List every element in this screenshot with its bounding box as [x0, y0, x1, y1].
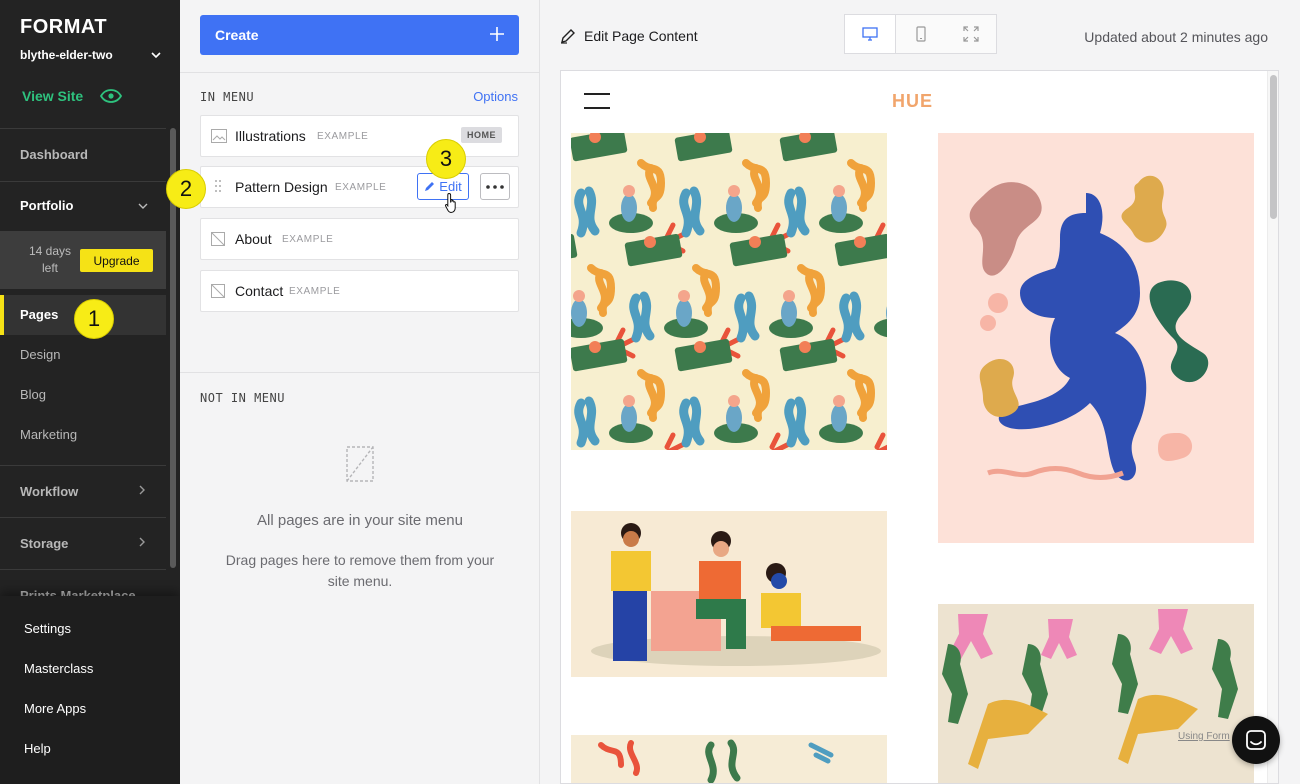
chevron-down-icon[interactable]	[150, 50, 162, 60]
people-artwork-image[interactable]	[571, 511, 887, 677]
chevron-right-icon[interactable]	[138, 537, 146, 547]
trial-box: 14 days left Upgrade	[0, 231, 166, 289]
device-toggle-group	[844, 14, 997, 54]
example-tag: EXAMPLE	[289, 286, 341, 297]
chat-support-button[interactable]	[1232, 716, 1280, 764]
preview-scrollbar[interactable]	[1267, 71, 1278, 783]
edit-page-content-button[interactable]: Edit Page Content	[560, 28, 698, 44]
site-preview-frame[interactable]: HUE Using Form	[560, 70, 1279, 784]
divider	[0, 128, 166, 129]
nav-blog[interactable]: Blog	[20, 387, 46, 402]
pencil-icon	[425, 182, 435, 191]
page-row-about[interactable]: About EXAMPLE	[200, 218, 519, 260]
nav-workflow[interactable]: Workflow	[20, 484, 78, 499]
view-site-link[interactable]: View Site	[22, 88, 83, 104]
home-badge: HOME	[461, 127, 502, 143]
desktop-icon	[862, 27, 878, 41]
chevron-down-icon[interactable]	[138, 202, 148, 210]
options-link[interactable]: Options	[473, 89, 518, 104]
trial-days-text: 14 days left	[28, 244, 72, 275]
nav-design[interactable]: Design	[20, 347, 60, 362]
step-badge-3: 3	[426, 139, 466, 179]
page-preview-panel: Edit Page Content Updated about 2 minute…	[540, 0, 1300, 784]
format-logo[interactable]: FORMAT	[20, 16, 107, 39]
divider	[0, 569, 166, 570]
chat-icon	[1246, 730, 1266, 750]
active-indicator	[0, 295, 4, 335]
mobile-icon	[916, 26, 926, 42]
edit-page-content-label: Edit Page Content	[584, 28, 698, 44]
create-button-label: Create	[215, 27, 259, 43]
not-in-menu-heading: NOT IN MENU	[200, 391, 285, 405]
step-badge-1: 1	[74, 299, 114, 339]
step-badge-2: 2	[166, 169, 206, 209]
in-menu-heading: IN MENU	[200, 90, 255, 104]
sidebar: FORMAT blythe-elder-two View Site Dashbo…	[0, 0, 180, 784]
figure-artwork-image[interactable]	[938, 133, 1254, 543]
eye-icon[interactable]	[100, 89, 122, 103]
divider	[0, 517, 166, 518]
empty-page-icon	[346, 446, 374, 482]
upgrade-button[interactable]: Upgrade	[80, 249, 153, 272]
image-page-icon	[211, 129, 227, 143]
pencil-icon	[561, 29, 575, 44]
nav-help[interactable]: Help	[24, 741, 51, 756]
blank-page-icon	[211, 232, 225, 246]
desktop-view-button[interactable]	[844, 14, 896, 54]
partial-artwork-image[interactable]	[571, 735, 887, 783]
blank-page-icon	[211, 284, 225, 298]
page-row-illustrations[interactable]: Illustrations EXAMPLE HOME	[200, 115, 519, 157]
page-name: About	[235, 231, 272, 247]
empty-state-description: Drag pages here to remove them from your…	[225, 552, 495, 589]
fullscreen-view-button[interactable]	[946, 15, 996, 53]
site-logo[interactable]: HUE	[892, 91, 933, 112]
scrollbar-thumb[interactable]	[1270, 75, 1277, 219]
divider	[180, 72, 540, 73]
nav-settings[interactable]: Settings	[24, 621, 71, 636]
divider	[0, 465, 166, 466]
page-name: Illustrations	[235, 128, 306, 144]
hamburger-menu-icon[interactable]	[584, 93, 610, 109]
nav-marketing[interactable]: Marketing	[20, 427, 77, 442]
mobile-view-button[interactable]	[896, 15, 946, 53]
nav-storage[interactable]: Storage	[20, 536, 68, 551]
page-name: Contact	[235, 283, 284, 299]
plus-icon	[490, 27, 504, 41]
nav-masterclass[interactable]: Masterclass	[24, 661, 93, 676]
fullscreen-icon	[963, 26, 979, 42]
more-horizontal-icon	[486, 184, 504, 189]
empty-state-title: All pages are in your site menu	[257, 512, 463, 529]
nav-dashboard[interactable]: Dashboard	[20, 147, 88, 162]
example-tag: EXAMPLE	[335, 182, 387, 193]
sidebar-bottom-menu: Settings Masterclass More Apps Help	[0, 596, 180, 784]
example-tag: EXAMPLE	[317, 131, 369, 142]
using-format-link[interactable]: Using Form	[1178, 731, 1230, 742]
divider	[0, 181, 166, 182]
hand-cursor-icon	[444, 192, 456, 213]
nav-pages-label: Pages	[20, 307, 59, 322]
more-options-button[interactable]	[480, 173, 510, 200]
page-row-contact[interactable]: Contact EXAMPLE	[200, 270, 519, 312]
create-button[interactable]: Create	[200, 15, 519, 55]
pattern-artwork-image[interactable]	[571, 133, 887, 450]
pages-panel: Create IN MENU Options Illustrations EXA…	[180, 0, 540, 784]
page-name: Pattern Design	[235, 179, 328, 195]
nav-portfolio[interactable]: Portfolio	[20, 198, 73, 213]
dancers-artwork-image[interactable]	[938, 604, 1254, 783]
divider	[180, 372, 540, 373]
example-tag: EXAMPLE	[282, 234, 334, 245]
drag-handle-icon[interactable]	[214, 179, 222, 193]
last-updated-text: Updated about 2 minutes ago	[1084, 29, 1268, 45]
chevron-right-icon[interactable]	[138, 485, 146, 495]
nav-more-apps[interactable]: More Apps	[24, 701, 86, 716]
page-row-pattern-design[interactable]: Pattern Design EXAMPLE Edit	[200, 166, 519, 208]
site-selector[interactable]: blythe-elder-two	[20, 48, 113, 62]
